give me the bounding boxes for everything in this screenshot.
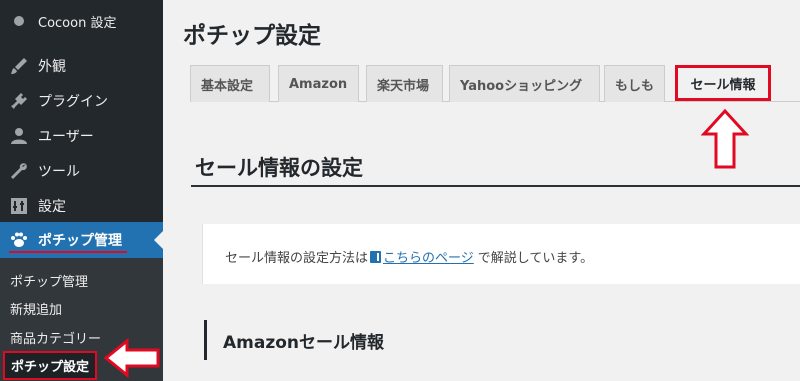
tab-amazon[interactable]: Amazon [278,65,359,102]
sidebar-item-tools[interactable]: ツール [0,154,163,188]
help-page-link[interactable]: こちらのページ [370,247,474,266]
sidebar-item-label: Cocoon 設定 [38,15,117,31]
plug-icon [9,91,29,111]
sidebar-item-label: ポチップ管理 [38,233,122,249]
sidebar-item-users[interactable]: ユーザー [0,119,163,153]
sidebar-item-plugins[interactable]: プラグイン [0,84,163,118]
section-title: セール情報の設定 [195,156,363,180]
cocoon-icon [9,11,29,31]
current-menu-arrow [154,231,163,249]
info-text: セール情報の設定方法は こちらのページ で解説しています。 [225,247,593,266]
sidebar-item-label: 設定 [38,199,66,215]
sidebar-item-cocoon-settings[interactable]: Cocoon 設定 [0,4,163,38]
annotation-arrow-left-icon [103,338,160,378]
info-box: セール情報の設定方法は こちらのページ で解説しています。 [202,224,800,284]
settings-icon [9,196,29,216]
help-page-link-label: こちらのページ [383,251,474,266]
submenu-item-product-category[interactable]: 商品カテゴリー [10,328,101,347]
settings-tabs: 基本設定 Amazon 楽天市場 Yahooショッピング もしも セール情報 [190,65,800,102]
book-icon [370,250,382,263]
sidebar-item-label: プラグイン [38,94,108,110]
submenu-item-pochipp-manage[interactable]: ポチップ管理 [10,271,88,290]
sidebar-item-label: ユーザー [38,129,94,145]
tab-basic-settings[interactable]: 基本設定 [190,65,270,102]
tab-yahoo-shopping[interactable]: Yahooショッピング [449,65,600,102]
sidebar-item-appearance[interactable]: 外観 [0,49,163,83]
section-divider [191,185,800,187]
sidebar-item-label: ツール [38,164,80,180]
page-title: ポチップ設定 [183,23,321,49]
info-text-after: で解説しています。 [477,251,594,266]
sidebar-item-label: 外観 [38,59,66,75]
wrench-icon [9,161,29,181]
submenu-item-pochipp-settings[interactable]: ポチップ設定 [3,351,98,380]
subsection-heading: Amazonセール情報 [204,320,384,360]
subsection-title: Amazonセール情報 [223,332,385,353]
sidebar-item-settings[interactable]: 設定 [0,189,163,223]
red-underline [9,251,127,253]
user-icon [9,126,29,146]
info-text-before: セール情報の設定方法は [225,251,369,266]
tab-moshimo[interactable]: もしも [604,65,665,102]
submenu-item-add-new[interactable]: 新規追加 [10,299,62,318]
brush-icon [9,56,29,76]
tab-sale-info[interactable]: セール情報 [675,65,771,101]
annotation-arrow-up-icon [701,108,749,169]
admin-sidebar: Cocoon 設定 外観 プラグイン ユーザー ツール 設定 ポチップ管理 ポチ… [0,0,163,381]
sidebar-item-pochipp-manage[interactable]: ポチップ管理 [0,222,163,258]
tab-rakuten[interactable]: 楽天市場 [366,65,443,102]
paw-icon [9,230,29,250]
